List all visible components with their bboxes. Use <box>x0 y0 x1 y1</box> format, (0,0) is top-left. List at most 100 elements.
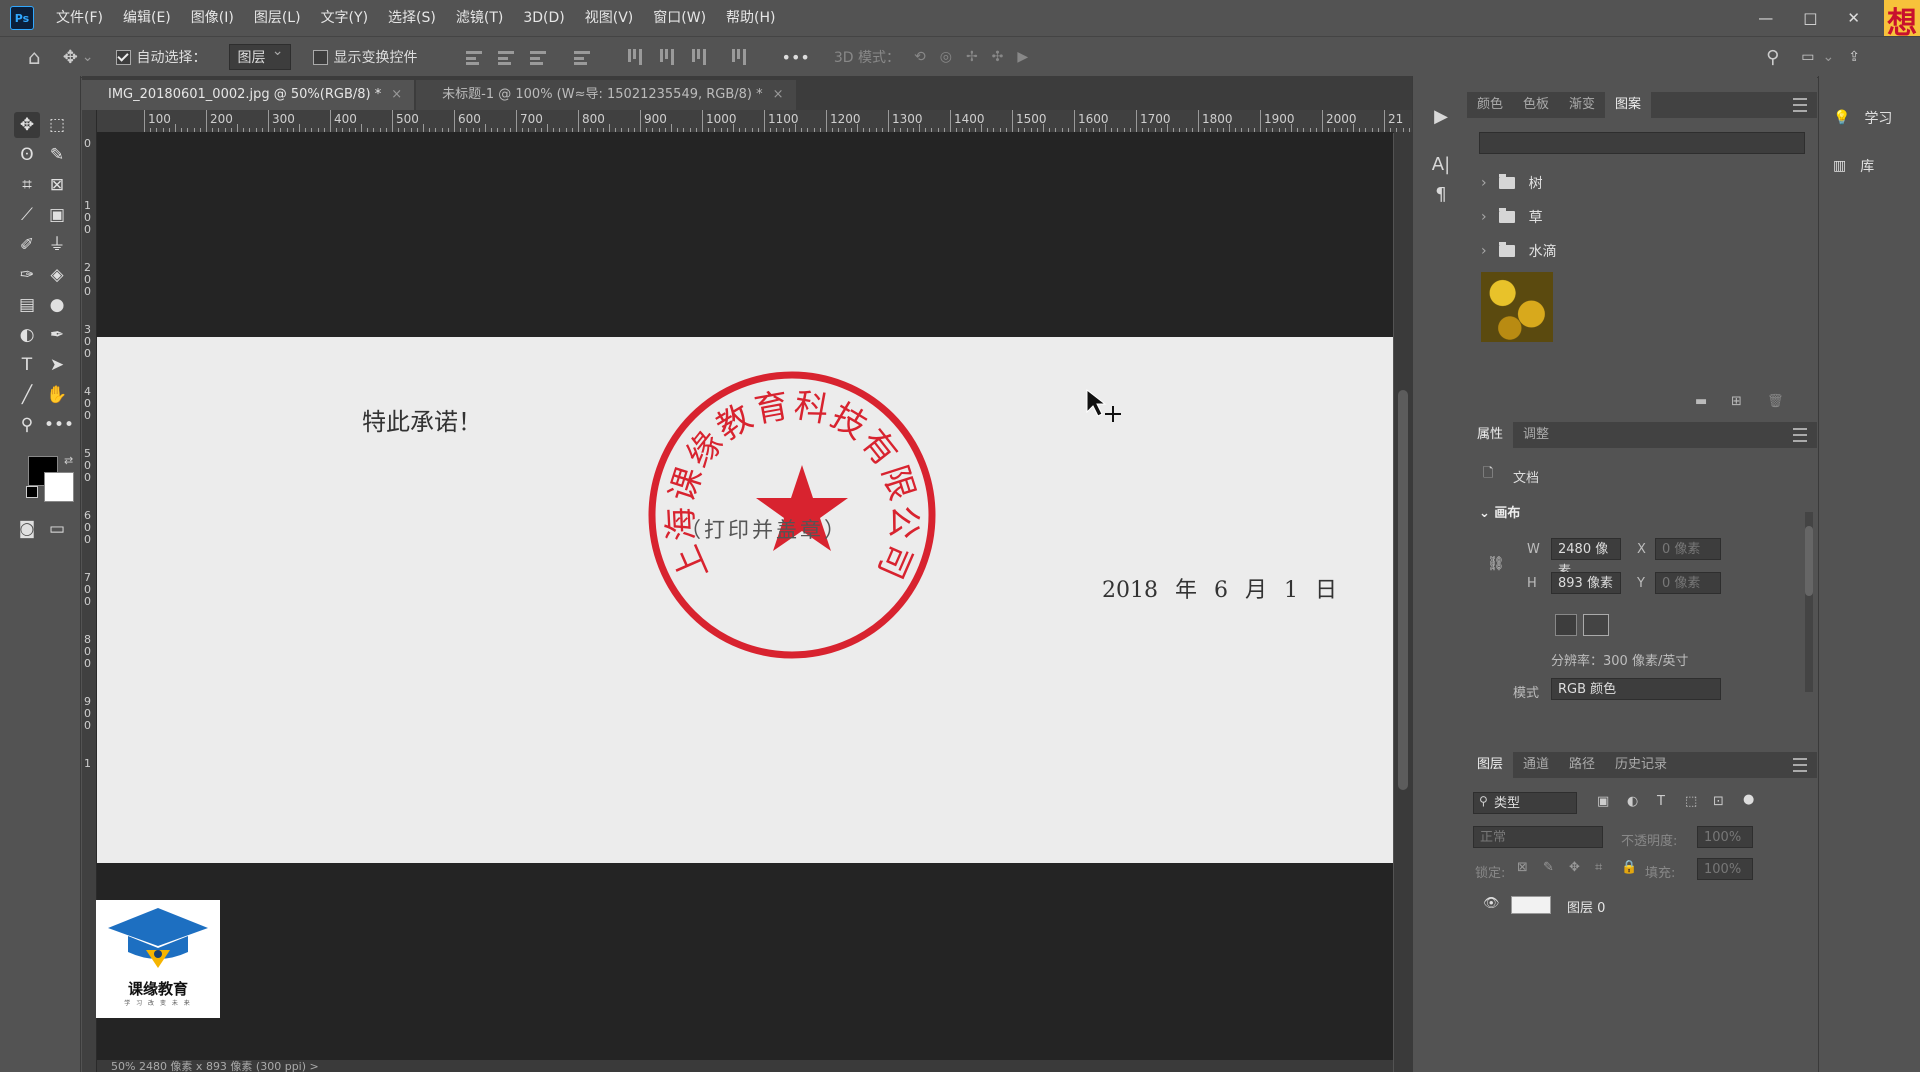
close-tab-icon[interactable]: × <box>391 87 402 102</box>
restore-button[interactable]: □ <box>1803 9 1817 27</box>
tab-color[interactable]: 颜色 <box>1467 92 1513 118</box>
marquee-tool-icon[interactable]: ⬚ <box>44 112 70 138</box>
layer-thumbnail[interactable] <box>1511 896 1551 914</box>
canvas-height-field[interactable]: 893 像素 <box>1551 572 1621 594</box>
3d-orbit-icon[interactable]: ⟲ <box>914 49 926 65</box>
gradient-tool-icon[interactable]: ▤ <box>14 292 40 318</box>
play-actions-icon[interactable]: ▶ <box>1430 106 1452 128</box>
scrollbar-thumb[interactable] <box>1398 390 1408 790</box>
menu-file[interactable]: 文件(F) <box>46 0 113 36</box>
align-bottom-icon[interactable] <box>691 49 708 65</box>
3d-roll-icon[interactable]: ◎ <box>940 49 952 65</box>
menu-edit[interactable]: 编辑(E) <box>113 0 181 36</box>
minimize-button[interactable]: — <box>1758 9 1773 27</box>
photoshop-logo[interactable]: Ps <box>10 6 34 30</box>
landscape-orientation-button[interactable] <box>1583 614 1609 636</box>
line-tool-icon[interactable]: ╱ <box>14 382 40 408</box>
canvas-y-field[interactable]: 0 像素 <box>1655 572 1721 594</box>
chevron-right-icon[interactable]: › <box>1481 243 1487 259</box>
menu-help[interactable]: 帮助(H) <box>716 0 785 36</box>
blur-tool-icon[interactable]: ● <box>44 292 70 318</box>
hand-tool-icon[interactable]: ✋ <box>44 382 70 408</box>
align-right-icon[interactable] <box>529 49 546 65</box>
tab-gradients[interactable]: 渐变 <box>1559 92 1605 118</box>
menu-window[interactable]: 窗口(W) <box>643 0 716 36</box>
portrait-orientation-button[interactable] <box>1555 614 1577 636</box>
menu-type[interactable]: 文字(Y) <box>311 0 378 36</box>
menu-select[interactable]: 选择(S) <box>378 0 446 36</box>
pixel-filter-icon[interactable]: ▣ <box>1597 794 1609 809</box>
distribute-icon[interactable] <box>573 49 590 65</box>
panel-menu-icon[interactable] <box>1793 428 1807 442</box>
zoom-tool-icon[interactable]: ⚲ <box>14 412 40 438</box>
brush-tool-icon[interactable]: ✐ <box>14 232 40 258</box>
tab-layers[interactable]: 图层 <box>1467 752 1514 778</box>
lock-artboard-icon[interactable]: ⌗ <box>1595 860 1602 875</box>
3d-pan-icon[interactable]: ✢ <box>966 49 978 65</box>
align-top-icon[interactable] <box>627 49 644 65</box>
magic-wand-icon[interactable]: ✎ <box>44 142 70 168</box>
auto-select-checkbox[interactable] <box>115 49 131 65</box>
pattern-group-water[interactable]: › 水滴 <box>1481 240 1557 262</box>
new-group-icon[interactable]: ▬ <box>1695 394 1707 409</box>
background-color-swatch[interactable] <box>44 472 74 502</box>
share-icon[interactable]: ⇪ <box>1848 49 1860 65</box>
menu-view[interactable]: 视图(V) <box>575 0 644 36</box>
tab-swatches[interactable]: 色板 <box>1513 92 1559 118</box>
tab-patterns[interactable]: 图案 <box>1605 92 1652 118</box>
quick-mask-icon[interactable]: ◙ <box>14 516 40 542</box>
more-options-button[interactable]: ••• <box>782 48 810 67</box>
adjustment-filter-icon[interactable]: ◐ <box>1627 794 1638 809</box>
lock-pixels-icon[interactable]: ✎ <box>1543 860 1554 875</box>
canvas-section-header[interactable]: ⌄ 画布 <box>1479 502 1520 521</box>
more-tools-icon[interactable]: ••• <box>44 412 74 438</box>
eraser-tool-icon[interactable]: ◈ <box>44 262 70 288</box>
distribute-vertical-icon[interactable] <box>731 49 748 65</box>
blend-mode-dropdown[interactable]: 正常 <box>1473 826 1603 848</box>
pen-tool-icon[interactable]: ✒ <box>44 322 70 348</box>
layer-filter-dropdown[interactable]: 类型 <box>1473 792 1577 814</box>
3d-slide-icon[interactable]: ✣ <box>992 49 1004 65</box>
type-filter-icon[interactable]: T <box>1657 794 1665 809</box>
canvas-x-field[interactable]: 0 像素 <box>1655 538 1721 560</box>
filter-toggle-icon[interactable]: ● <box>1743 792 1754 807</box>
tab-document-2[interactable]: 未标题-1 @ 100% (W≈导: 15021235549, RGB/8) *… <box>416 80 796 110</box>
home-icon[interactable]: ⌂ <box>28 45 41 69</box>
menu-image[interactable]: 图像(I) <box>181 0 244 36</box>
path-select-icon[interactable]: ➤ <box>44 352 70 378</box>
tab-history[interactable]: 历史记录 <box>1605 752 1677 778</box>
history-brush-icon[interactable]: ✑ <box>14 262 40 288</box>
eye-icon[interactable]: 👁 <box>1483 896 1500 911</box>
color-mode-dropdown[interactable]: RGB 颜色 <box>1551 678 1721 700</box>
new-pattern-icon[interactable]: ⊞ <box>1731 394 1742 409</box>
stamp-tool-icon[interactable]: ⏚ <box>44 232 70 258</box>
frame-tool-icon[interactable]: ⊠ <box>44 172 70 198</box>
fill-field[interactable]: 100% <box>1697 858 1753 880</box>
close-button[interactable]: ✕ <box>1847 9 1860 27</box>
properties-scrollbar[interactable] <box>1805 512 1813 692</box>
opacity-field[interactable]: 100% <box>1697 826 1753 848</box>
screen-mode-icon[interactable]: ▭ <box>44 516 70 542</box>
auto-select-target-dropdown[interactable]: 图层 <box>228 43 291 70</box>
lasso-tool-icon[interactable]: ʘ <box>14 142 40 168</box>
link-icon[interactable]: ⛓ <box>1487 556 1505 572</box>
canvas-width-field[interactable]: 2480 像素 <box>1551 538 1621 579</box>
tab-channels[interactable]: 通道 <box>1513 752 1559 778</box>
crop-tool-icon[interactable]: ⌗ <box>14 172 40 198</box>
vertical-scrollbar[interactable] <box>1394 132 1412 1072</box>
panel-menu-icon[interactable] <box>1793 758 1807 772</box>
paragraph-panel-icon[interactable]: ¶ <box>1430 184 1452 206</box>
swap-colors-icon[interactable]: ⇄ <box>64 454 73 467</box>
move-tool-icon[interactable]: ✥ <box>14 112 40 138</box>
layer-name[interactable]: 图层 0 <box>1567 897 1605 916</box>
search-icon[interactable]: ⚲ <box>1766 47 1779 68</box>
align-left-icon[interactable] <box>465 49 482 65</box>
patch-tool-icon[interactable]: ▣ <box>44 202 70 228</box>
eyedropper-icon[interactable]: ⟋ <box>14 202 40 228</box>
align-center-icon[interactable] <box>497 49 514 65</box>
chevron-right-icon[interactable]: › <box>1481 175 1487 191</box>
shape-filter-icon[interactable]: ⬚ <box>1685 794 1697 809</box>
delete-icon[interactable]: 🗑 <box>1767 394 1784 409</box>
type-tool-icon[interactable]: T <box>14 352 40 378</box>
lock-transparency-icon[interactable]: ⊠ <box>1517 860 1528 875</box>
